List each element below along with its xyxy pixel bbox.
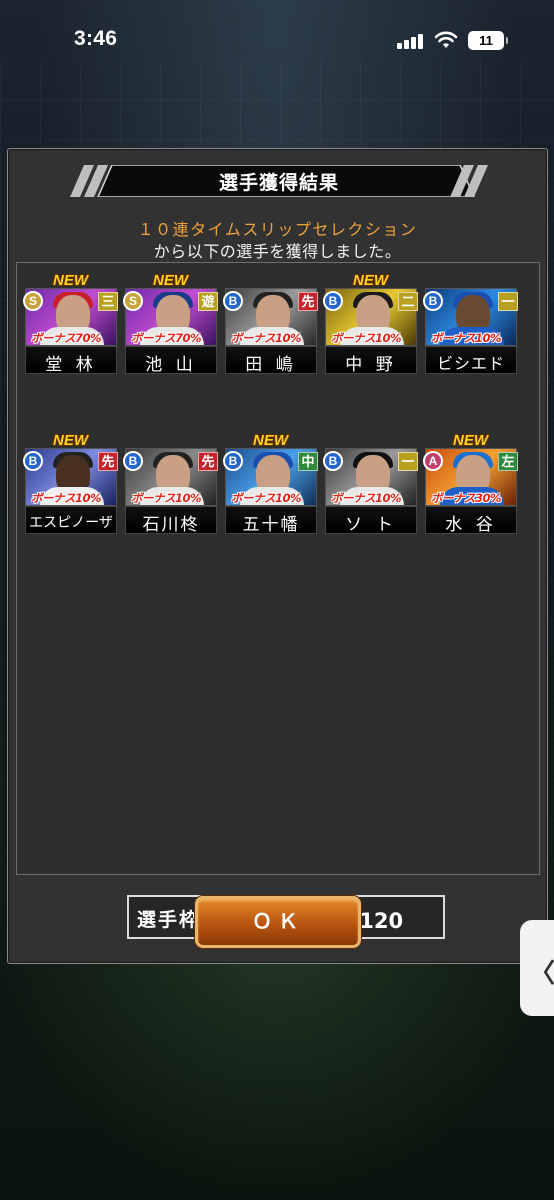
name-plate: 水 谷 xyxy=(425,506,517,535)
name-plate: 中 野 xyxy=(325,346,417,375)
player-card[interactable]: ボーナス30% 水 谷 A 左 NEW xyxy=(423,432,518,537)
ok-button[interactable]: ＯＫ xyxy=(195,896,361,948)
new-badge: NEW xyxy=(153,272,188,289)
player-name: 水 谷 xyxy=(445,515,497,535)
rank-badge: A xyxy=(423,451,443,471)
bonus-label: ボーナス70% xyxy=(131,331,202,345)
new-badge: NEW xyxy=(53,432,88,449)
player-name: エスピノーザ xyxy=(29,515,113,531)
new-badge: NEW xyxy=(53,272,88,289)
rank-badge: B xyxy=(323,291,343,311)
player-name: ソ ト xyxy=(345,515,397,535)
name-plate: ビシエド xyxy=(425,346,517,374)
cellular-signal-icon xyxy=(397,33,425,49)
player-card[interactable]: ボーナス10% ビシエド B 一 xyxy=(423,274,518,377)
bonus-label: ボーナス10% xyxy=(131,491,202,505)
dialog-title-bar: 選手獲得結果 xyxy=(70,165,488,197)
bonus-label: ボーナス10% xyxy=(231,491,302,505)
name-plate: 堂 林 xyxy=(25,346,117,375)
player-card[interactable]: ボーナス10% ソ ト B 一 xyxy=(323,434,418,537)
new-badge: NEW xyxy=(253,432,288,449)
side-drawer-tab[interactable]: 〈 xyxy=(520,920,554,1016)
player-name: 池 山 xyxy=(145,355,197,375)
position-badge: 先 xyxy=(198,452,218,471)
status-bar: 3:46 11 xyxy=(0,0,554,80)
player-card[interactable]: ボーナス10% 中 野 B 二 NEW xyxy=(323,272,418,377)
result-message: から以下の選手を獲得しました。 xyxy=(153,242,402,261)
rank-badge: B xyxy=(323,451,343,471)
bonus-label: ボーナス10% xyxy=(331,491,402,505)
position-badge: 二 xyxy=(398,292,418,311)
player-card[interactable]: ボーナス10% 石川柊 B 先 xyxy=(123,434,218,537)
new-badge: NEW xyxy=(353,272,388,289)
player-card[interactable]: ボーナス10% エスピノーザ B 先 NEW xyxy=(23,432,118,537)
player-name: 堂 林 xyxy=(45,355,97,375)
new-badge: NEW xyxy=(453,432,488,449)
rank-badge: B xyxy=(23,451,43,471)
status-time: 3:46 xyxy=(74,27,118,50)
position-badge: 先 xyxy=(298,292,318,311)
player-name: ビシエド xyxy=(436,354,505,373)
name-plate: 池 山 xyxy=(125,346,217,375)
position-badge: 一 xyxy=(398,452,418,471)
player-card[interactable]: ボーナス70% 堂 林 S 三 NEW xyxy=(23,272,118,377)
player-name: 五十幡 xyxy=(242,515,300,535)
rank-badge: S xyxy=(23,291,43,311)
dialog-title: 選手獲得結果 xyxy=(218,172,339,194)
rank-badge: B xyxy=(423,291,443,311)
wifi-icon xyxy=(434,31,458,48)
name-plate: 田 嶋 xyxy=(225,346,317,375)
player-name: 石川柊 xyxy=(142,515,200,535)
player-name: 田 嶋 xyxy=(245,355,297,375)
name-plate: 五十幡 xyxy=(225,506,317,535)
result-panel: ボーナス70% 堂 林 S 三 NEW ボーナス70% 池 山 S 遊 NEW … xyxy=(16,262,540,939)
rank-badge: S xyxy=(123,291,143,311)
position-badge: 遊 xyxy=(198,292,218,311)
bonus-label: ボーナス70% xyxy=(31,331,102,345)
player-card[interactable]: ボーナス10% 田 嶋 B 先 xyxy=(223,274,318,377)
rank-badge: B xyxy=(123,451,143,471)
player-card[interactable]: ボーナス10% 五十幡 B 中 NEW xyxy=(223,432,318,537)
position-badge: 三 xyxy=(98,292,118,311)
rank-badge: B xyxy=(223,291,243,311)
name-plate: エスピノーザ xyxy=(25,506,117,534)
chevron-left-icon: 〈 xyxy=(529,959,554,989)
bonus-label: ボーナス30% xyxy=(431,491,502,505)
position-badge: 左 xyxy=(498,452,518,471)
position-badge: 先 xyxy=(98,452,118,471)
bonus-label: ボーナス10% xyxy=(331,331,402,345)
battery-icon: 11 xyxy=(468,31,508,50)
player-acquisition-dialog: 選手獲得結果 １０連タイムスリップセレクション から以下の選手を獲得しました。 … xyxy=(7,148,548,964)
name-plate: ソ ト xyxy=(325,506,417,535)
position-badge: 一 xyxy=(498,292,518,311)
rank-badge: B xyxy=(223,451,243,471)
bonus-label: ボーナス10% xyxy=(231,331,302,345)
player-name: 中 野 xyxy=(345,355,397,375)
bonus-label: ボーナス10% xyxy=(431,331,502,345)
name-plate: 石川柊 xyxy=(125,506,217,535)
position-badge: 中 xyxy=(298,452,318,471)
bonus-label: ボーナス10% xyxy=(31,491,102,505)
selection-name: １０連タイムスリップセレクション xyxy=(137,220,418,239)
player-card[interactable]: ボーナス70% 池 山 S 遊 NEW xyxy=(123,272,218,377)
background-field xyxy=(0,930,554,1200)
